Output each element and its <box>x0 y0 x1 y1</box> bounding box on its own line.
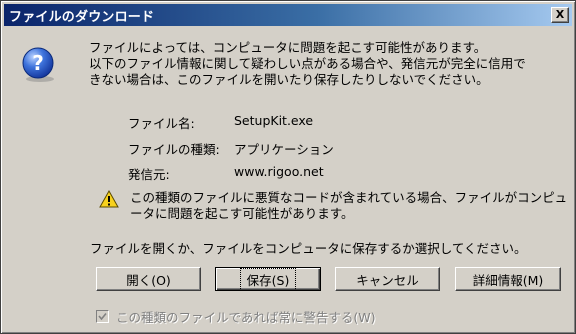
close-icon: X <box>555 8 565 21</box>
cancel-button[interactable]: キャンセル <box>335 267 440 291</box>
checkmark-icon <box>98 312 107 321</box>
file-name-value: SetupKit.exe <box>234 113 314 128</box>
file-source-label: 発信元: <box>128 167 170 182</box>
security-message: ファイルによっては、コンピュータに問題を起こす可能性があります。 以下のファイル… <box>89 40 559 88</box>
message-line: 以下のファイル情報に関して疑わしい点がある場合や、発信元が完全に信用で <box>89 56 526 71</box>
warning-message: この種類のファイルに悪質なコードが含まれている場合、ファイルがコンピュ ータに問… <box>130 190 567 222</box>
details-button-label: 詳細情報(M) <box>472 272 544 288</box>
save-button[interactable]: 保存(S) <box>215 267 321 291</box>
open-button[interactable]: 開く(O) <box>96 267 201 291</box>
always-warn-option[interactable]: この種類のファイルであれば常に警告する(W) <box>96 307 376 326</box>
file-type-value: アプリケーション <box>234 142 334 157</box>
download-dialog: ファイルのダウンロード X ? ファイルによっては、コンピュータに問題を起こす可… <box>0 0 576 334</box>
warning-line: この種類のファイルに悪質なコードが含まれている場合、ファイルがコンピュ <box>130 190 568 205</box>
warning-line: ータに問題を起こす可能性があります。 <box>130 206 354 221</box>
message-line: ファイルによっては、コンピュータに問題を起こす可能性があります。 <box>89 40 487 55</box>
file-type-label: ファイルの種類: <box>128 142 220 157</box>
open-button-label: 開く(O) <box>126 272 171 288</box>
save-button-label: 保存(S) <box>239 267 297 291</box>
svg-text:?: ? <box>32 51 44 75</box>
file-name-label: ファイル名: <box>128 116 195 131</box>
details-button[interactable]: 詳細情報(M) <box>455 267 561 291</box>
message-line: きない場合は、このファイルを開いたり保存したりしないでください。 <box>89 72 489 87</box>
warning-icon <box>99 190 119 208</box>
dialog-title: ファイルのダウンロード <box>9 9 155 25</box>
file-source-value: www.rigoo.net <box>234 164 324 179</box>
choice-prompt: ファイルを開くか、ファイルをコンピュータに保存するか選択してください。 <box>90 241 527 256</box>
always-warn-checkbox[interactable] <box>96 310 109 323</box>
cancel-button-label: キャンセル <box>356 272 419 288</box>
question-icon: ? <box>22 47 54 82</box>
close-button[interactable]: X <box>551 7 569 23</box>
always-warn-label: この種類のファイルであれば常に警告する(W) <box>116 310 376 325</box>
title-bar[interactable]: ファイルのダウンロード X <box>4 4 572 26</box>
